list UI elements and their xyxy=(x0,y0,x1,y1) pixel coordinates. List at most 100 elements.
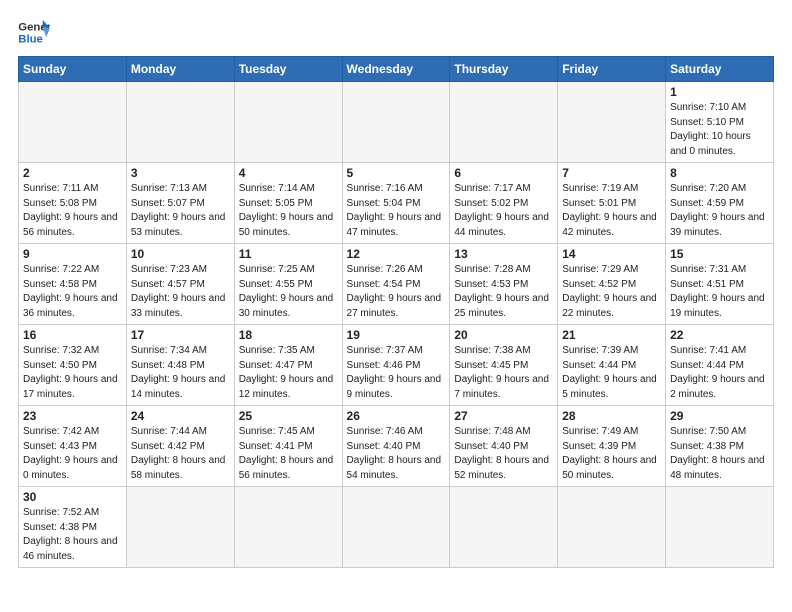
calendar-cell: 17Sunrise: 7:34 AM Sunset: 4:48 PM Dayli… xyxy=(126,325,234,406)
calendar-cell xyxy=(558,487,666,568)
day-number: 18 xyxy=(239,328,338,342)
day-number: 22 xyxy=(670,328,769,342)
day-number: 5 xyxy=(347,166,446,180)
calendar-cell: 9Sunrise: 7:22 AM Sunset: 4:58 PM Daylig… xyxy=(19,244,127,325)
day-number: 8 xyxy=(670,166,769,180)
calendar-cell: 12 Sunrise: 7:26 AM Sunset: 4:54 PM Dayli… xyxy=(342,244,450,325)
day-info: Sunrise: 7:35 AM Sunset: 4:47 PM Dayligh… xyxy=(239,344,338,402)
page: General Blue SundayMondayTuesdayWednesda… xyxy=(0,0,792,578)
day-info: Sunrise: 7:41 AM Sunset: 4:44 PM Dayligh… xyxy=(670,344,769,402)
day-number: 12 xyxy=(347,247,446,261)
calendar-cell xyxy=(666,487,774,568)
weekday-header-saturday: Saturday xyxy=(666,57,774,82)
calendar-table: SundayMondayTuesdayWednesdayThursdayFrid… xyxy=(18,56,774,568)
day-number: 20 xyxy=(454,328,553,342)
day-info: Sunrise: 7:39 AM Sunset: 4:44 PM Dayligh… xyxy=(562,344,661,402)
day-number: 25 xyxy=(239,409,338,423)
calendar-cell xyxy=(342,82,450,163)
calendar-cell: 8 Sunrise: 7:20 AM Sunset: 4:59 PM Daylig… xyxy=(666,163,774,244)
day-info: Sunrise: 7:42 AM Sunset: 4:43 PM Dayligh… xyxy=(23,425,122,483)
day-info: Sunrise: 7:44 AM Sunset: 4:42 PM Dayligh… xyxy=(131,425,230,483)
day-number: 29 xyxy=(670,409,769,423)
svg-text:Blue: Blue xyxy=(18,34,43,46)
day-info: Sunrise: 7:23 AM Sunset: 4:57 PM Dayligh… xyxy=(131,263,230,321)
calendar-cell xyxy=(450,487,558,568)
calendar-cell: 10 Sunrise: 7:23 AM Sunset: 4:57 PM Dayli… xyxy=(126,244,234,325)
calendar-cell xyxy=(450,82,558,163)
day-info: Sunrise: 7:22 AM Sunset: 4:58 PM Dayligh… xyxy=(23,263,122,321)
day-info: Sunrise: 7:38 AM Sunset: 4:45 PM Dayligh… xyxy=(454,344,553,402)
day-number: 28 xyxy=(562,409,661,423)
calendar-cell: 6 Sunrise: 7:17 AM Sunset: 5:02 PM Daylig… xyxy=(450,163,558,244)
calendar-cell xyxy=(558,82,666,163)
calendar-cell xyxy=(234,487,342,568)
calendar-cell: 2 Sunrise: 7:11 AM Sunset: 5:08 PM Daylig… xyxy=(19,163,127,244)
day-info: Sunrise: 7:28 AM Sunset: 4:53 PM Dayligh… xyxy=(454,263,553,321)
week-row-2: 9Sunrise: 7:22 AM Sunset: 4:58 PM Daylig… xyxy=(19,244,774,325)
day-number: 3 xyxy=(131,166,230,180)
day-info: Sunrise: 7:19 AM Sunset: 5:01 PM Dayligh… xyxy=(562,182,661,240)
calendar-cell: 20 Sunrise: 7:38 AM Sunset: 4:45 PM Dayli… xyxy=(450,325,558,406)
weekday-header-thursday: Thursday xyxy=(450,57,558,82)
calendar-cell: 18 Sunrise: 7:35 AM Sunset: 4:47 PM Dayli… xyxy=(234,325,342,406)
calendar-cell: 19 Sunrise: 7:37 AM Sunset: 4:46 PM Dayli… xyxy=(342,325,450,406)
calendar-cell: 13 Sunrise: 7:28 AM Sunset: 4:53 PM Dayli… xyxy=(450,244,558,325)
day-info: Sunrise: 7:16 AM Sunset: 5:04 PM Dayligh… xyxy=(347,182,446,240)
day-info: Sunrise: 7:48 AM Sunset: 4:40 PM Dayligh… xyxy=(454,425,553,483)
day-info: Sunrise: 7:46 AM Sunset: 4:40 PM Dayligh… xyxy=(347,425,446,483)
calendar-cell: 5 Sunrise: 7:16 AM Sunset: 5:04 PM Daylig… xyxy=(342,163,450,244)
day-number: 21 xyxy=(562,328,661,342)
day-number: 10 xyxy=(131,247,230,261)
calendar-cell: 16 Sunrise: 7:32 AM Sunset: 4:50 PM Dayli… xyxy=(19,325,127,406)
day-info: Sunrise: 7:37 AM Sunset: 4:46 PM Dayligh… xyxy=(347,344,446,402)
day-info: Sunrise: 7:45 AM Sunset: 4:41 PM Dayligh… xyxy=(239,425,338,483)
day-info: Sunrise: 7:14 AM Sunset: 5:05 PM Dayligh… xyxy=(239,182,338,240)
day-info: Sunrise: 7:20 AM Sunset: 4:59 PM Dayligh… xyxy=(670,182,769,240)
calendar-cell: 3 Sunrise: 7:13 AM Sunset: 5:07 PM Daylig… xyxy=(126,163,234,244)
week-row-1: 2 Sunrise: 7:11 AM Sunset: 5:08 PM Daylig… xyxy=(19,163,774,244)
day-number: 27 xyxy=(454,409,553,423)
weekday-header-row: SundayMondayTuesdayWednesdayThursdayFrid… xyxy=(19,57,774,82)
day-number: 26 xyxy=(347,409,446,423)
calendar-cell: 25 Sunrise: 7:45 AM Sunset: 4:41 PM Dayli… xyxy=(234,406,342,487)
week-row-3: 16 Sunrise: 7:32 AM Sunset: 4:50 PM Dayli… xyxy=(19,325,774,406)
day-info: Sunrise: 7:50 AM Sunset: 4:38 PM Dayligh… xyxy=(670,425,769,483)
day-number: 11 xyxy=(239,247,338,261)
day-info: Sunrise: 7:26 AM Sunset: 4:54 PM Dayligh… xyxy=(347,263,446,321)
day-number: 7 xyxy=(562,166,661,180)
calendar-cell: 23 Sunrise: 7:42 AM Sunset: 4:43 PM Dayli… xyxy=(19,406,127,487)
calendar-cell: 14Sunrise: 7:29 AM Sunset: 4:52 PM Dayli… xyxy=(558,244,666,325)
calendar-cell: 22 Sunrise: 7:41 AM Sunset: 4:44 PM Dayli… xyxy=(666,325,774,406)
day-info: Sunrise: 7:11 AM Sunset: 5:08 PM Dayligh… xyxy=(23,182,122,240)
day-info: Sunrise: 7:17 AM Sunset: 5:02 PM Dayligh… xyxy=(454,182,553,240)
day-number: 6 xyxy=(454,166,553,180)
day-info: Sunrise: 7:10 AM Sunset: 5:10 PM Dayligh… xyxy=(670,101,769,159)
weekday-header-friday: Friday xyxy=(558,57,666,82)
calendar-cell: 11Sunrise: 7:25 AM Sunset: 4:55 PM Dayli… xyxy=(234,244,342,325)
day-number: 2 xyxy=(23,166,122,180)
day-number: 4 xyxy=(239,166,338,180)
day-number: 15 xyxy=(670,247,769,261)
week-row-5: 30Sunrise: 7:52 AM Sunset: 4:38 PM Dayli… xyxy=(19,487,774,568)
day-number: 16 xyxy=(23,328,122,342)
day-info: Sunrise: 7:32 AM Sunset: 4:50 PM Dayligh… xyxy=(23,344,122,402)
weekday-header-sunday: Sunday xyxy=(19,57,127,82)
week-row-4: 23 Sunrise: 7:42 AM Sunset: 4:43 PM Dayli… xyxy=(19,406,774,487)
weekday-header-monday: Monday xyxy=(126,57,234,82)
logo: General Blue xyxy=(18,18,50,46)
day-info: Sunrise: 7:49 AM Sunset: 4:39 PM Dayligh… xyxy=(562,425,661,483)
day-info: Sunrise: 7:13 AM Sunset: 5:07 PM Dayligh… xyxy=(131,182,230,240)
day-number: 24 xyxy=(131,409,230,423)
calendar-cell: 27 Sunrise: 7:48 AM Sunset: 4:40 PM Dayli… xyxy=(450,406,558,487)
day-number: 13 xyxy=(454,247,553,261)
calendar-cell: 28 Sunrise: 7:49 AM Sunset: 4:39 PM Dayli… xyxy=(558,406,666,487)
day-number: 17 xyxy=(131,328,230,342)
weekday-header-wednesday: Wednesday xyxy=(342,57,450,82)
calendar-cell xyxy=(342,487,450,568)
calendar-cell xyxy=(126,487,234,568)
calendar-cell: 30Sunrise: 7:52 AM Sunset: 4:38 PM Dayli… xyxy=(19,487,127,568)
day-number: 19 xyxy=(347,328,446,342)
day-info: Sunrise: 7:29 AM Sunset: 4:52 PM Dayligh… xyxy=(562,263,661,321)
calendar-cell: 4 Sunrise: 7:14 AM Sunset: 5:05 PM Daylig… xyxy=(234,163,342,244)
day-number: 23 xyxy=(23,409,122,423)
